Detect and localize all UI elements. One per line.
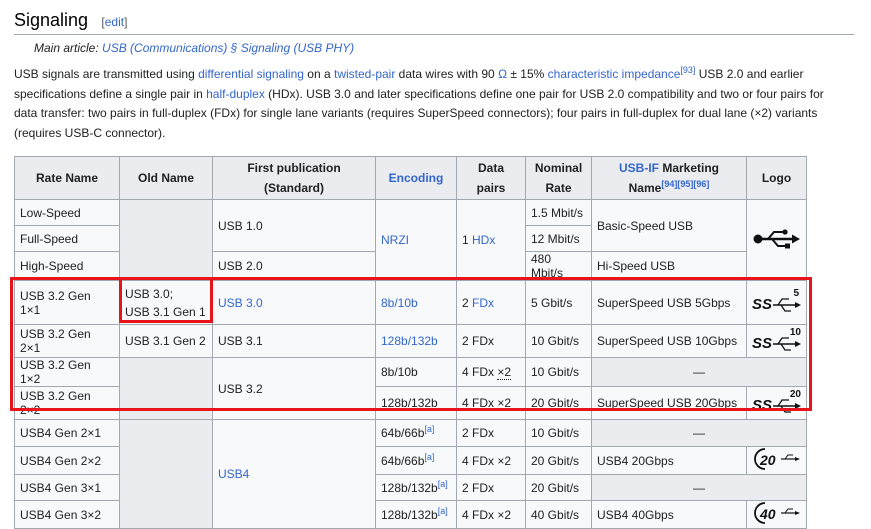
svg-text:SS: SS — [752, 397, 772, 414]
col-old-name: Old Name — [119, 156, 213, 200]
usb4-logo-icon: 40 — [746, 500, 807, 529]
usb-trident-icon — [746, 199, 807, 281]
table-header-row: Rate Name Old Name First publication (St… — [14, 156, 807, 200]
link-128b132b: 128b/132b — [381, 334, 438, 348]
table-row: USB 3.2 Gen 1×1 USB 3.0; USB 3.1 Gen 1 US… — [14, 280, 807, 325]
link-ohm[interactable]: Ω — [498, 67, 507, 81]
edit-link[interactable]: edit — [105, 15, 124, 29]
old-name-empty — [119, 357, 213, 420]
link-half-duplex[interactable]: half-duplex — [206, 87, 265, 101]
col-nominal-rate: Nominal Rate — [525, 156, 592, 200]
col-encoding[interactable]: Encoding — [375, 156, 457, 200]
col-logo: Logo — [746, 156, 807, 200]
old-name-empty — [119, 199, 213, 281]
link-8b10b: 8b/10b — [381, 295, 418, 310]
abbr-x2[interactable]: ×2 — [497, 365, 512, 380]
superspeed-logo-icon: SS 10 — [746, 324, 807, 358]
svg-text:20: 20 — [789, 389, 801, 400]
svg-text:SS: SS — [752, 296, 772, 313]
link-twisted-pair[interactable]: twisted-pair — [334, 67, 395, 81]
svg-text:20: 20 — [759, 452, 776, 468]
link-nrzi: NRZI — [381, 233, 409, 247]
col-first-publication: First publication (Standard) — [212, 156, 376, 200]
intro-paragraph: USB signals are transmitted using differ… — [14, 65, 824, 141]
link-fdx[interactable]: FDx — [472, 296, 494, 310]
svg-text:10: 10 — [789, 327, 801, 338]
superspeed-logo-icon: SS 20 — [746, 386, 807, 420]
edit-section: [edit] — [101, 15, 128, 29]
table-row: Low-Speed USB 1.0 NRZI 1 HDx 1.5 Mbit/s … — [14, 199, 807, 281]
superspeed-logo-icon: SS 5 — [746, 280, 807, 325]
svg-text:40: 40 — [759, 506, 776, 522]
link-differential-signaling[interactable]: differential signaling — [198, 67, 304, 81]
section-title: Signaling — [14, 10, 89, 30]
svg-text:SS: SS — [752, 335, 772, 352]
table-row: USB4 Gen 2×1 USB4 64b/66b[a] 2 FDx 10 Gb… — [14, 419, 807, 529]
link-usb4: USB4 — [218, 467, 250, 481]
usb-signaling-table: Rate Name Old Name First publication (St… — [14, 156, 807, 529]
table-row: USB 3.2 Gen 1×2 USB 3.2 8b/10b 4 FDx ×2 … — [14, 357, 807, 420]
svg-text:5: 5 — [793, 288, 799, 299]
usb4-logo-icon: 20 — [746, 446, 807, 475]
link-hdx[interactable]: HDx — [472, 233, 495, 247]
main-article-hatnote: Main article: USB (Communications) § Sig… — [34, 41, 355, 55]
link-usb-3-0: USB 3.0 — [218, 295, 263, 310]
link-characteristic-impedance[interactable]: characteristic impedance — [548, 67, 681, 81]
col-rate-name: Rate Name — [14, 156, 120, 200]
col-data-pairs: Data pairs — [456, 156, 526, 200]
section-heading: Signaling [edit] — [14, 10, 854, 35]
link-usb-if[interactable]: USB-IF — [619, 161, 659, 175]
ref-93[interactable]: [93] — [680, 65, 695, 75]
old-name-empty — [119, 419, 213, 529]
col-marketing-name: USB-IF Marketing Name[94][95][96] — [591, 156, 747, 200]
table-row: USB 3.2 Gen 2×1 USB 3.1 Gen 2 USB 3.1 12… — [14, 324, 807, 358]
main-article-link[interactable]: USB (Communications) § Signaling (USB PH… — [102, 41, 354, 55]
